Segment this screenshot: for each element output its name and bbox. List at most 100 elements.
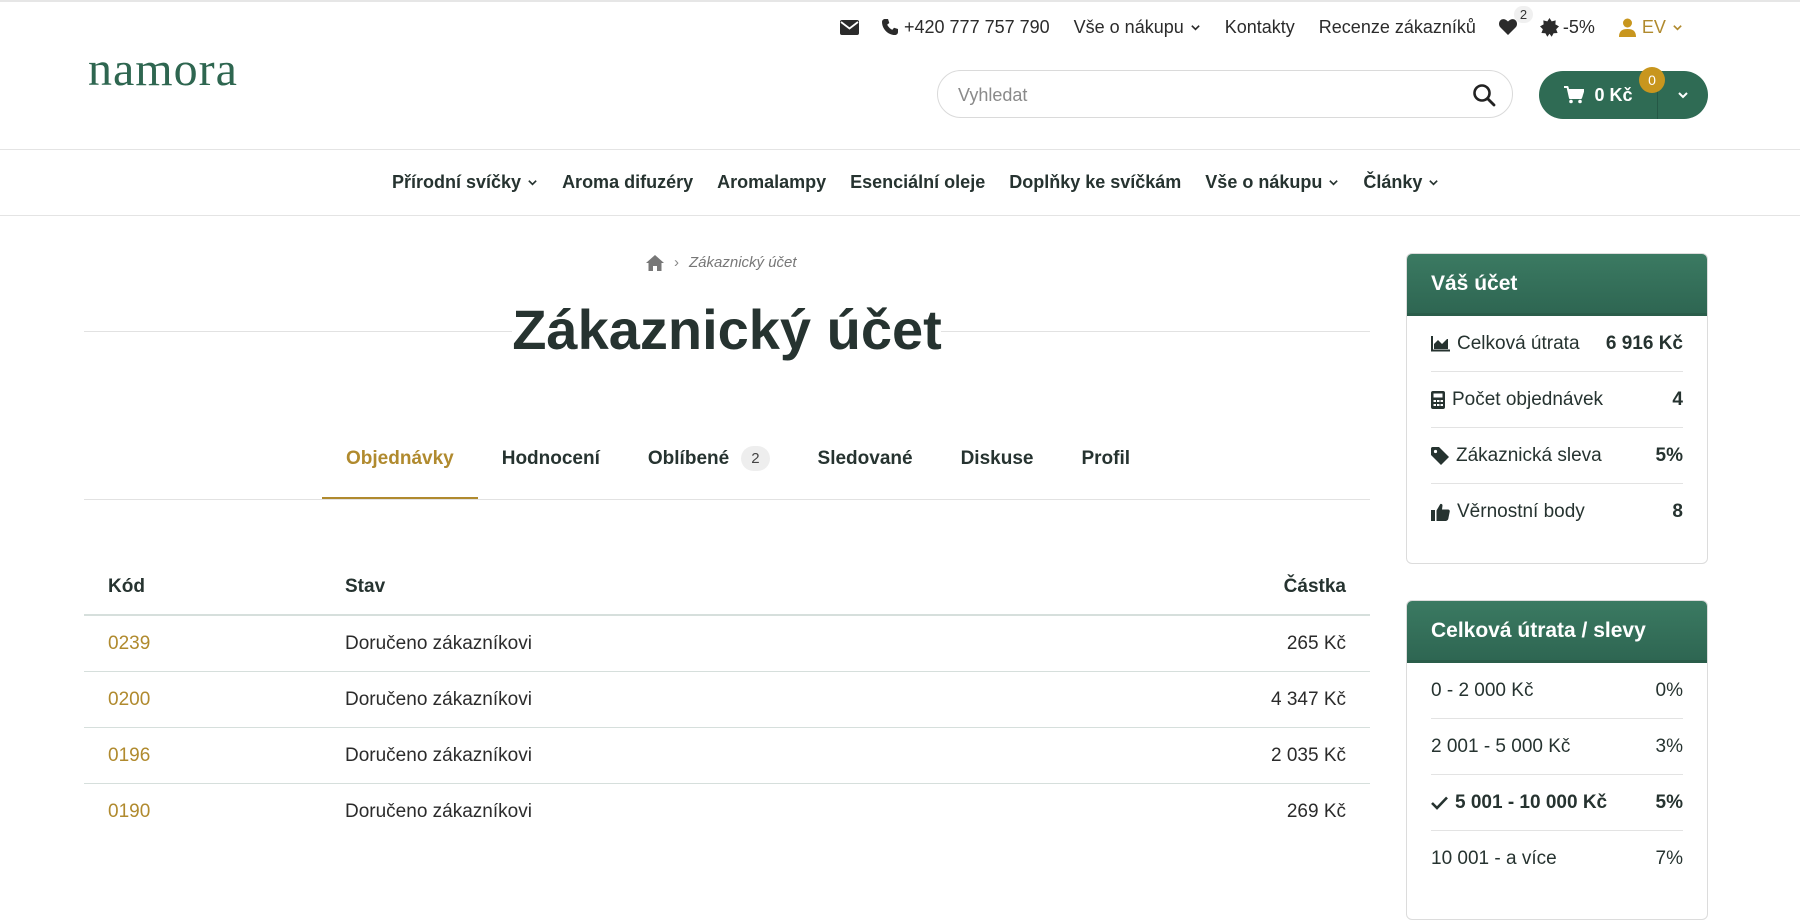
breadcrumb: › Zákaznický účet xyxy=(646,254,797,271)
shopping-info-menu[interactable]: Vše o nákupu xyxy=(1074,17,1201,38)
order-code-link[interactable]: 0196 xyxy=(84,745,345,767)
envelope-icon[interactable] xyxy=(840,19,859,35)
phone-number: +420 777 757 790 xyxy=(904,16,1050,37)
nav-item-diffusers[interactable]: Aroma difuzéry xyxy=(562,172,693,193)
favorites-count-badge: 2 xyxy=(741,446,770,471)
order-amount: 2 035 Kč xyxy=(1271,744,1346,766)
stat-label: Věrnostní body xyxy=(1457,501,1585,522)
chevron-down-icon xyxy=(1329,180,1339,186)
nav-bottom-divider xyxy=(0,215,1800,216)
order-amount: 269 Kč xyxy=(1286,801,1346,822)
nav-label: Esenciální oleje xyxy=(850,172,986,192)
tier-row: 0 - 2 000 Kč 0% xyxy=(1431,663,1683,719)
user-menu[interactable]: EV xyxy=(1618,16,1683,38)
user-icon xyxy=(1618,18,1636,37)
stat-customer-discount: Zákaznická sleva 5% xyxy=(1431,428,1683,484)
stat-value: 6 916 Kč xyxy=(1605,332,1683,354)
stat-label: Počet objednávek xyxy=(1452,388,1604,410)
tier-discount: 0% xyxy=(1655,679,1683,701)
column-header-amount: Částka xyxy=(1283,576,1346,597)
cart-total: 0 Kč xyxy=(1594,84,1633,105)
utility-bar: +420 777 757 790 Vše o nákupu Kontakty R… xyxy=(840,6,1683,40)
tier-range: 0 - 2 000 Kč xyxy=(1431,679,1534,701)
nav-item-aromalamps[interactable]: Aromalampy xyxy=(717,172,826,193)
order-status: Doručeno zákazníkovi xyxy=(345,801,532,822)
tab-watched[interactable]: Sledované xyxy=(794,436,937,500)
order-amount: 4 347 Kč xyxy=(1271,688,1346,710)
tab-discussion[interactable]: Diskuse xyxy=(937,436,1058,500)
nav-item-candles[interactable]: Přírodní svíčky xyxy=(392,172,538,193)
column-header-code: Kód xyxy=(108,576,145,597)
table-row[interactable]: 0190 Doručeno zákazníkovi 269 Kč xyxy=(84,784,1370,840)
top-divider xyxy=(0,0,1800,2)
discount-indicator[interactable]: -5% xyxy=(1539,17,1595,38)
tab-reviews[interactable]: Hodnocení xyxy=(478,436,624,500)
reviews-link[interactable]: Recenze zákazníků xyxy=(1319,17,1476,38)
order-status: Doručeno zákazníkovi xyxy=(345,688,532,710)
order-amount: 265 Kč xyxy=(1286,632,1346,654)
table-header: Kód Stav Částka xyxy=(84,560,1370,616)
nav-item-articles[interactable]: Články xyxy=(1363,172,1439,193)
nav-item-candle-accessories[interactable]: Doplňky ke svíčkám xyxy=(1009,172,1181,193)
order-code-link[interactable]: 0239 xyxy=(84,633,345,655)
thumbs-up-icon xyxy=(1431,503,1450,521)
cart-dropdown-toggle[interactable] xyxy=(1658,71,1708,119)
tab-profile[interactable]: Profil xyxy=(1057,436,1154,500)
chevron-down-icon xyxy=(1678,92,1688,99)
checkmark-icon xyxy=(1431,796,1448,810)
tier-discount: 7% xyxy=(1655,848,1683,869)
chevron-down-icon xyxy=(1429,180,1439,186)
search-icon[interactable] xyxy=(1472,83,1496,107)
search-box xyxy=(937,70,1513,118)
order-status: Doručeno zákazníkovi xyxy=(345,632,532,654)
wishlist-button[interactable]: 2 xyxy=(1498,6,1534,36)
order-code-link[interactable]: 0190 xyxy=(84,801,345,823)
order-status: Doručeno zákazníkovi xyxy=(345,744,532,766)
nav-item-essential-oils[interactable]: Esenciální oleje xyxy=(850,172,985,193)
chevron-down-icon xyxy=(528,180,537,186)
tier-range: 2 001 - 5 000 Kč xyxy=(1431,735,1571,757)
breadcrumb-separator: › xyxy=(674,254,679,271)
calculator-icon xyxy=(1431,390,1445,409)
cart-icon xyxy=(1564,86,1585,104)
certificate-badge-icon xyxy=(1539,17,1559,37)
order-code-link[interactable]: 0200 xyxy=(84,689,345,711)
nav-item-shopping-info[interactable]: Vše o nákupu xyxy=(1205,172,1339,193)
table-row[interactable]: 0196 Doručeno zákazníkovi 2 035 Kč xyxy=(84,728,1370,784)
orders-table: Kód Stav Částka 0239 Doručeno zákazníkov… xyxy=(84,560,1370,840)
home-icon[interactable] xyxy=(646,254,664,271)
tier-row: 2 001 - 5 000 Kč 3% xyxy=(1431,719,1683,775)
nav-label: Články xyxy=(1363,172,1423,192)
nav-label: Vše o nákupu xyxy=(1205,172,1323,192)
tabs-divider xyxy=(84,499,1370,500)
chevron-down-icon xyxy=(1190,24,1200,31)
main-navigation: Přírodní svíčky Aroma difuzéry Aromalamp… xyxy=(392,150,1439,215)
table-row[interactable]: 0200 Doručeno zákazníkovi 4 347 Kč xyxy=(84,672,1370,728)
search-input[interactable] xyxy=(956,79,1440,111)
logo[interactable]: namora xyxy=(88,42,238,97)
discount-tiers-title: Celková útrata / slevy xyxy=(1407,601,1707,663)
stat-value: 8 xyxy=(1672,501,1683,522)
user-initials: EV xyxy=(1641,16,1666,37)
shopping-info-label: Vše o nákupu xyxy=(1073,16,1184,37)
tab-orders[interactable]: Objednávky xyxy=(322,436,478,500)
stat-value: 5% xyxy=(1655,444,1683,466)
tier-row: 10 001 - a více 7% xyxy=(1431,831,1683,887)
page-title-row: Zákaznický účet xyxy=(84,295,1370,365)
contacts-link[interactable]: Kontakty xyxy=(1225,17,1295,38)
stat-total-spent: Celková útrata 6 916 Kč xyxy=(1431,316,1683,372)
column-header-status: Stav xyxy=(345,576,386,597)
tab-favorites[interactable]: Oblíbené 2 xyxy=(624,436,794,500)
nav-label: Doplňky ke svíčkám xyxy=(1009,172,1182,192)
stat-order-count: Počet objednávek 4 xyxy=(1431,372,1683,428)
phone-link[interactable]: +420 777 757 790 xyxy=(881,17,1050,38)
stat-label: Celková útrata xyxy=(1457,332,1580,354)
discount-tiers-card: Celková útrata / slevy 0 - 2 000 Kč 0% 2… xyxy=(1406,600,1708,920)
chart-area-icon xyxy=(1431,335,1450,351)
table-row[interactable]: 0239 Doručeno zákazníkovi 265 Kč xyxy=(84,616,1370,672)
stat-value: 4 xyxy=(1672,388,1683,410)
wishlist-count-badge: 2 xyxy=(1513,6,1534,23)
tier-row-current: 5 001 - 10 000 Kč 5% xyxy=(1431,775,1683,831)
nav-label: Aroma difuzéry xyxy=(562,172,694,192)
tier-range: 10 001 - a více xyxy=(1431,848,1557,869)
